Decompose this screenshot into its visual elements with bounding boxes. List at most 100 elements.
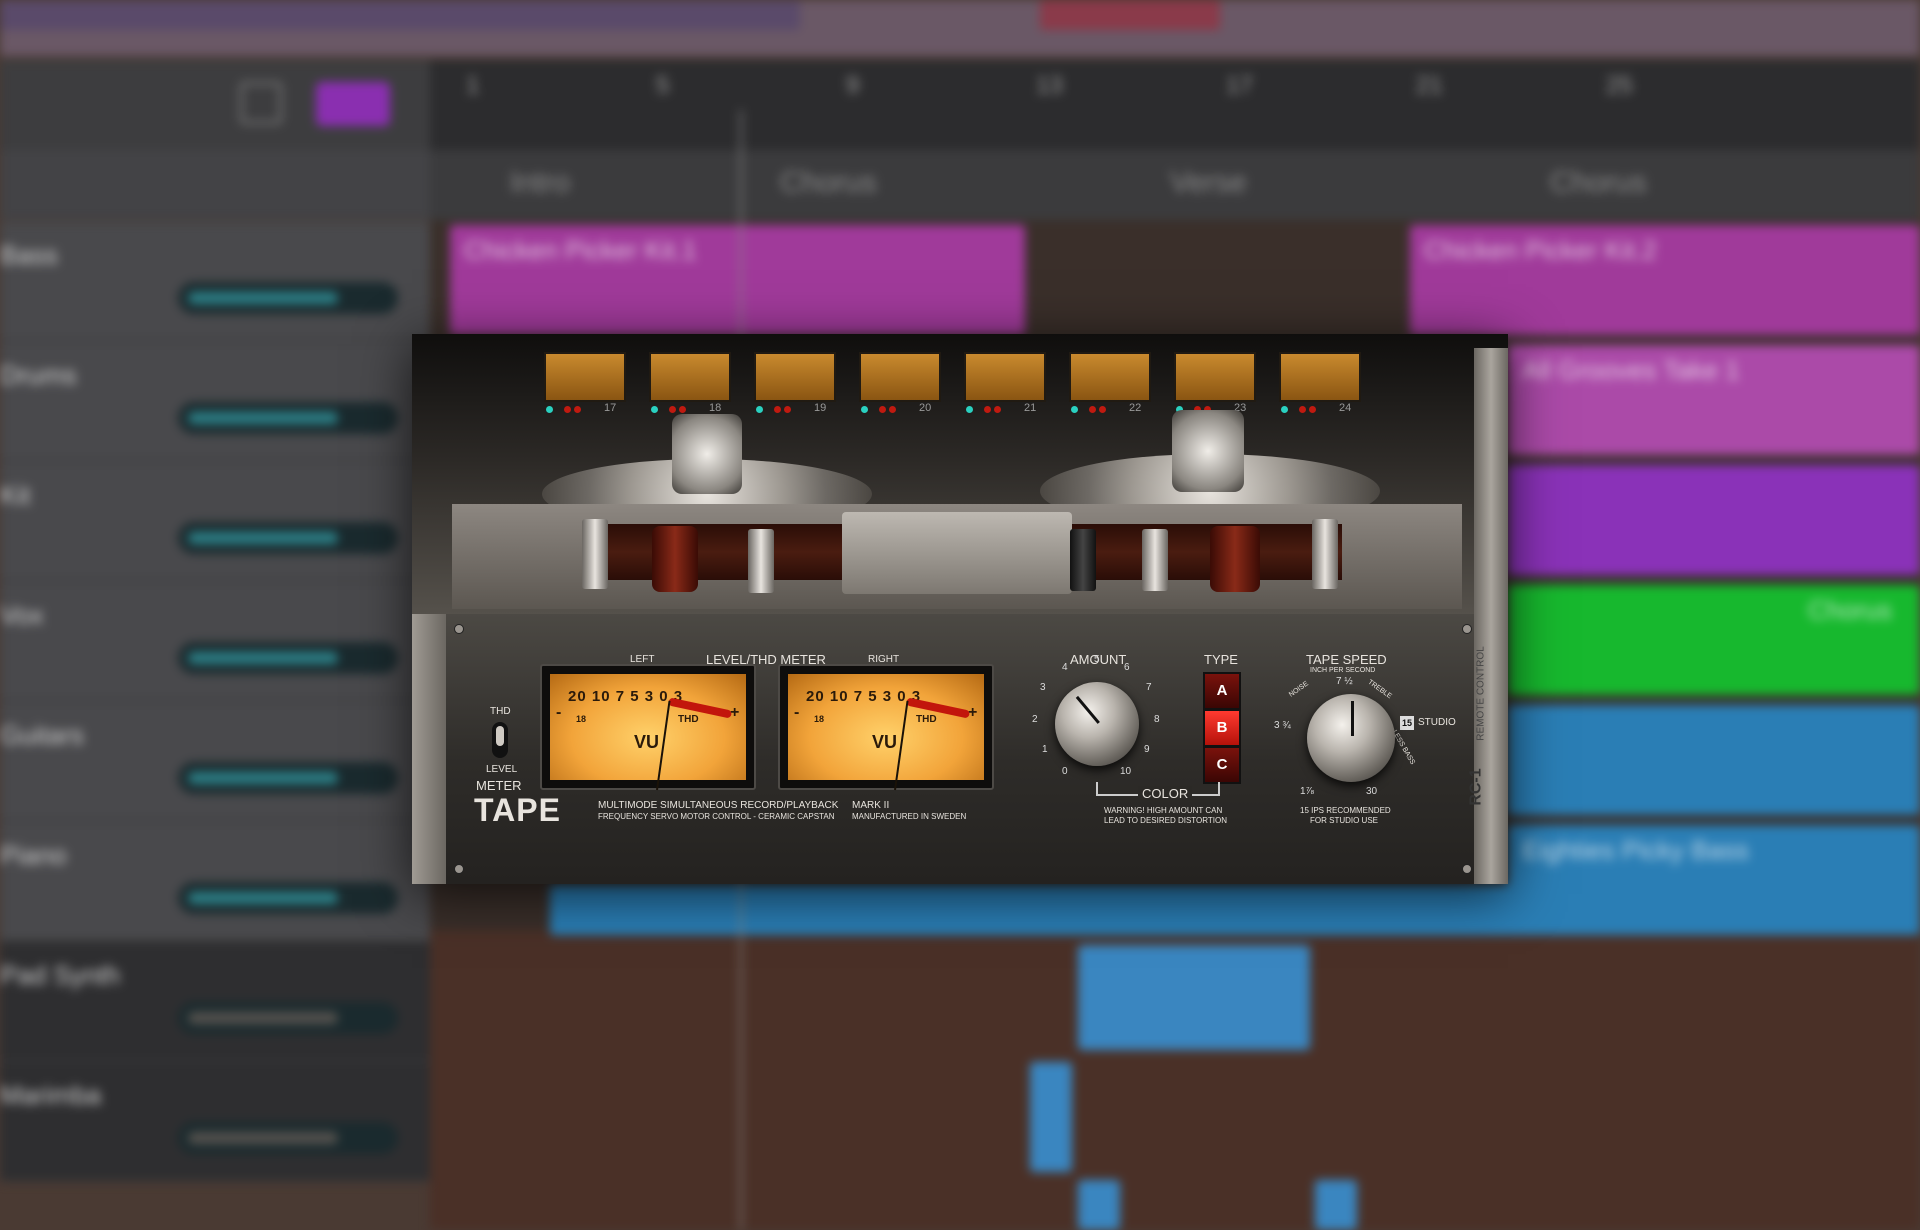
tape-deck: 17 18 19 20 21 22 23 24: [412, 334, 1508, 614]
audio-region[interactable]: [550, 885, 1920, 935]
screw-icon: [1462, 624, 1472, 634]
type-label: TYPE: [1204, 652, 1238, 667]
timeline-ruler[interactable]: 1 5 9 13 17 21 25: [430, 60, 1920, 150]
audio-region[interactable]: Chorus: [1508, 585, 1920, 695]
marker-label[interactable]: Verse: [1170, 166, 1247, 200]
screw-icon: [454, 864, 464, 874]
track-header[interactable]: Piano: [0, 822, 430, 942]
type-a-button[interactable]: A: [1203, 672, 1241, 710]
front-panel: THD LEVEL METER LEFT LEVEL/THD METER RIG…: [412, 614, 1508, 884]
volume-slider[interactable]: [178, 402, 398, 434]
track-header[interactable]: Drums: [0, 342, 430, 462]
track-name: Marimba: [0, 1080, 102, 1110]
tape-speed-sublabel: INCH PER SECOND: [1310, 667, 1376, 674]
tape-roller: [652, 526, 698, 592]
volume-slider[interactable]: [178, 1002, 398, 1034]
side-model-label: RC-1: [1467, 768, 1485, 806]
treble-label: TREBLE: [1366, 678, 1393, 701]
channel-meter: 19: [750, 352, 836, 426]
filter-button[interactable]: [316, 82, 390, 126]
ruler-number: 13: [1036, 72, 1063, 99]
volume-slider[interactable]: [178, 642, 398, 674]
ruler-number: 17: [1226, 72, 1253, 99]
left-side-rail: [412, 614, 446, 884]
audio-region[interactable]: Chicken Picker Kit.1: [450, 225, 1025, 335]
track-name: Kit: [0, 480, 31, 510]
tape-roller: [1210, 526, 1260, 592]
track-name: Vox: [0, 600, 44, 630]
channel-meter: 20: [855, 352, 941, 426]
type-b-button[interactable]: B: [1203, 709, 1241, 747]
screw-icon: [454, 624, 464, 634]
meter-mode-switch[interactable]: [492, 722, 508, 758]
ruler-number: 21: [1416, 72, 1443, 99]
marker-label[interactable]: Intro: [510, 166, 570, 200]
warning-line-1: WARNING! HIGH AMOUNT CAN: [1104, 806, 1223, 815]
head-cover: [842, 512, 1072, 594]
track-header[interactable]: Marimba: [0, 1062, 430, 1182]
tape-guide: [1142, 529, 1168, 591]
track-name: Guitars: [0, 720, 84, 750]
arrangement-markers[interactable]: Intro Chorus Verse Chorus: [430, 150, 1920, 220]
tape-speed-knob[interactable]: [1307, 694, 1395, 782]
midi-region[interactable]: [1315, 1180, 1357, 1230]
track-name: Drums: [0, 360, 77, 390]
type-c-button[interactable]: C: [1203, 746, 1241, 784]
channel-meter: 22: [1065, 352, 1151, 426]
ruler-number: 1: [466, 72, 480, 99]
channel-meter: 21: [960, 352, 1046, 426]
tape-speed-label: TAPE SPEED: [1306, 652, 1387, 667]
brand-logo: TAPE: [474, 792, 561, 828]
tracks-subheader: [0, 150, 430, 220]
noise-label: NOISE: [1287, 680, 1310, 699]
right-vu-meter: 20 10 7 5 3 0 3 - + 18 THD VU: [778, 664, 994, 791]
daw-toolbar: [0, 0, 1920, 56]
volume-slider[interactable]: [178, 522, 398, 554]
ruler-number: 5: [656, 72, 670, 99]
midi-region[interactable]: [1030, 1062, 1072, 1172]
tape-guide: [748, 529, 774, 593]
warning-line-2: LEAD TO DESIRED DISTORTION: [1104, 816, 1227, 825]
expand-icon[interactable]: [240, 82, 282, 124]
track-header[interactable]: Pad Synth: [0, 942, 430, 1062]
midi-region[interactable]: [1078, 1180, 1120, 1230]
volume-slider[interactable]: [178, 882, 398, 914]
studio-label: STUDIO: [1418, 717, 1456, 728]
track-header[interactable]: Vox: [0, 582, 430, 702]
channel-meter: 17: [540, 352, 626, 426]
marker-label[interactable]: Chorus: [780, 166, 877, 200]
track-header[interactable]: Bass: [0, 222, 430, 342]
amount-knob[interactable]: [1055, 682, 1139, 766]
tape-guide: [1312, 519, 1338, 589]
meter-switch-thd-label: THD: [490, 706, 511, 717]
right-side-rail: RC-1 REMOTE CONTROL: [1468, 348, 1508, 884]
tape-guide: [582, 519, 608, 589]
volume-slider[interactable]: [178, 1122, 398, 1154]
audio-region[interactable]: Chicken Picker Kit.2: [1410, 225, 1920, 335]
midi-region[interactable]: [1078, 945, 1310, 1050]
side-remote-label: REMOTE CONTROL: [1475, 646, 1487, 741]
channel-meter-row: 17 18 19 20 21 22 23 24: [540, 352, 1380, 426]
toolbar-strip-red: [1040, 0, 1220, 30]
meter-switch-label: METER: [476, 778, 522, 793]
meter-switch-level-label: LEVEL: [486, 764, 518, 775]
tracks-header: [0, 60, 430, 150]
audio-region[interactable]: [1508, 705, 1920, 815]
description-line-2: FREQUENCY SERVO MOTOR CONTROL - CERAMIC …: [598, 812, 835, 821]
ruler-number: 25: [1606, 72, 1633, 99]
ruler-number: 9: [846, 72, 860, 99]
model-line-1: MARK II: [852, 800, 890, 811]
volume-slider[interactable]: [178, 762, 398, 794]
track-name: Bass: [0, 240, 58, 270]
track-name: Piano: [0, 840, 67, 870]
recommendation-line-2: FOR STUDIO USE: [1310, 816, 1379, 825]
description-line-1: MULTIMODE SIMULTANEOUS RECORD/PLAYBACK: [598, 800, 839, 811]
right-reel-hub: [1172, 410, 1244, 492]
audio-region[interactable]: [1508, 465, 1920, 575]
track-header[interactable]: Kit: [0, 462, 430, 582]
screw-icon: [1462, 864, 1472, 874]
volume-slider[interactable]: [178, 282, 398, 314]
marker-label[interactable]: Chorus: [1550, 166, 1647, 200]
track-header[interactable]: Guitars: [0, 702, 430, 822]
audio-region[interactable]: All Grooves Take 1: [1508, 345, 1920, 455]
